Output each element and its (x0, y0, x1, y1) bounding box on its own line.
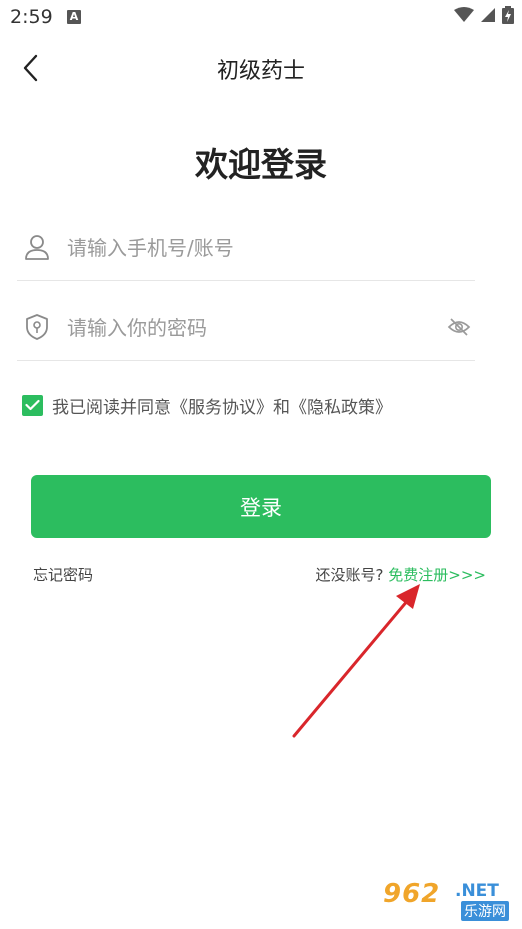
service-agreement-link[interactable]: 《服务协议》 (171, 398, 273, 418)
welcome-heading: 欢迎登录 (195, 145, 327, 184)
no-account-text: 还没账号? (315, 566, 384, 584)
agreement-row: 我已阅读并同意《服务协议》和《隐私政策》 (22, 393, 392, 418)
title-bar: 初级药士 (0, 36, 522, 100)
register-link[interactable]: 免费注册>>> (388, 566, 486, 584)
phone-field (17, 220, 475, 281)
agreement-checkbox[interactable] (22, 394, 43, 416)
agreement-conjunction: 和 (273, 397, 290, 418)
watermark-sub: 乐游网 (461, 901, 509, 921)
status-time: 2:59 (10, 6, 53, 28)
eye-off-icon[interactable] (447, 316, 471, 338)
login-button[interactable]: 登录 (31, 475, 491, 538)
notification-icon: A (67, 10, 81, 24)
status-bar: 2:59 A (0, 0, 522, 36)
site-watermark: 962 .NET 乐游网 (383, 877, 515, 923)
status-icons (454, 6, 514, 24)
register-row: 还没账号? 免费注册>>> (316, 564, 486, 585)
agreement-text: 我已阅读并同意《服务协议》和《隐私政策》 (52, 393, 392, 418)
password-input[interactable] (65, 310, 439, 346)
battery-charging-icon (502, 6, 514, 24)
privacy-policy-link[interactable]: 《隐私政策》 (290, 398, 392, 418)
forgot-password-link[interactable]: 忘记密码 (33, 564, 93, 585)
password-field (17, 300, 475, 361)
page-title: 初级药士 (216, 59, 305, 84)
shield-lock-icon (26, 314, 48, 340)
agreement-prefix: 我已阅读并同意 (52, 397, 171, 418)
signal-icon (481, 8, 495, 22)
watermark-logo: 962 (383, 879, 441, 909)
phone-input[interactable] (65, 230, 439, 266)
wifi-icon (454, 7, 474, 22)
watermark-net: .NET (455, 881, 499, 901)
checkmark-icon (25, 399, 40, 411)
user-icon (25, 235, 49, 260)
